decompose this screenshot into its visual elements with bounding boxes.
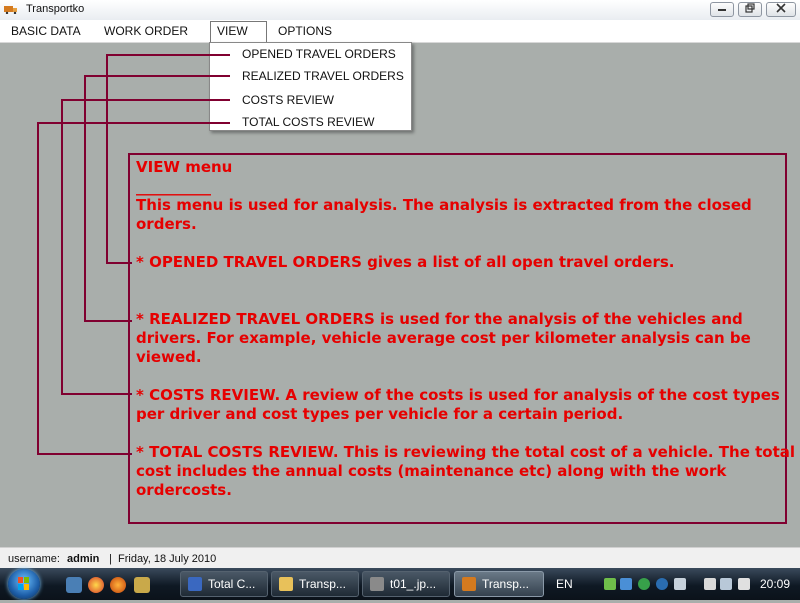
menu-item-total-costs-review[interactable]: TOTAL COSTS REVIEW <box>242 115 374 129</box>
restore-button[interactable] <box>738 2 762 17</box>
save-disk-icon <box>188 577 202 591</box>
menu-bar: BASIC DATA WORK ORDER VIEW OPTIONS <box>0 20 800 43</box>
image-viewer-icon <box>370 577 384 591</box>
network-icon[interactable] <box>720 578 732 590</box>
menu-work-order[interactable]: WORK ORDER <box>98 22 194 40</box>
menu-item-costs-review[interactable]: COSTS REVIEW <box>242 93 334 107</box>
minimize-button[interactable] <box>710 2 734 17</box>
restore-icon <box>745 3 755 13</box>
windows-logo-icon <box>18 577 29 590</box>
help-realized-line-3: viewed. <box>136 348 202 366</box>
help-total-line-1: * TOTAL COSTS REVIEW. This is reviewing … <box>136 443 796 461</box>
help-heading: VIEW menu <box>136 158 233 176</box>
show-desktop-icon[interactable] <box>66 577 82 593</box>
clock[interactable]: 20:09 <box>760 577 790 591</box>
menu-item-opened-travel-orders[interactable]: OPENED TRAVEL ORDERS <box>242 47 396 61</box>
help-costs-line-1: * COSTS REVIEW. A review of the costs is… <box>136 386 780 404</box>
language-indicator[interactable]: EN <box>556 577 573 591</box>
help-opened-line-1: * OPENED TRAVEL ORDERS gives a list of a… <box>136 253 675 271</box>
menu-view[interactable]: VIEW <box>210 21 267 43</box>
chrome-icon[interactable] <box>88 577 104 593</box>
taskbar-label: t01_.jp... <box>390 577 437 591</box>
taskbar: Total C... Transp... t01_.jp... Transp..… <box>0 568 800 600</box>
tray-icon-battery[interactable] <box>704 578 716 590</box>
firefox-icon[interactable] <box>110 577 126 593</box>
help-realized-line-2: drivers. For example, vehicle average co… <box>136 329 751 347</box>
menu-options[interactable]: OPTIONS <box>272 22 338 40</box>
help-total-line-3: ordercosts. <box>136 481 232 499</box>
help-intro-line-1: This menu is used for analysis. The anal… <box>136 196 752 214</box>
view-dropdown-menu: OPENED TRAVEL ORDERS REALIZED TRAVEL ORD… <box>209 42 412 131</box>
tray-icon-update[interactable] <box>656 578 668 590</box>
quick-launch-icon[interactable] <box>134 577 150 593</box>
volume-icon[interactable] <box>738 578 750 590</box>
menu-basic-data[interactable]: BASIC DATA <box>5 22 87 40</box>
taskbar-label: Total C... <box>208 577 256 591</box>
status-date: Friday, 18 July 2010 <box>118 553 217 565</box>
status-bar: username: admin | Friday, 18 July 2010 <box>0 547 800 569</box>
tray-icon-network[interactable] <box>604 578 616 590</box>
help-intro-line-2: orders. <box>136 215 197 233</box>
taskbar-label: Transp... <box>299 577 346 591</box>
menu-item-realized-travel-orders[interactable]: REALIZED TRAVEL ORDERS <box>242 69 404 83</box>
close-button[interactable] <box>766 2 796 17</box>
username-value: admin <box>67 553 100 565</box>
tray-icon-shield[interactable] <box>620 578 632 590</box>
truck-icon <box>4 6 17 14</box>
username-label: username: <box>8 553 60 565</box>
truck-icon <box>462 577 476 591</box>
help-realized-line-1: * REALIZED TRAVEL ORDERS is used for the… <box>136 310 743 328</box>
window-title: Transportko <box>26 3 85 15</box>
help-costs-line-2: per driver and cost types per vehicle fo… <box>136 405 624 423</box>
title-bar: Transportko <box>0 0 800 21</box>
close-icon <box>776 3 786 13</box>
taskbar-button-t01-jpg[interactable]: t01_.jp... <box>362 571 450 597</box>
tray-icon-app[interactable] <box>638 578 650 590</box>
minimize-icon <box>718 9 726 11</box>
folder-icon <box>279 577 293 591</box>
help-heading-underline: __________ <box>136 178 211 196</box>
tray-icon-device[interactable] <box>674 578 686 590</box>
taskbar-label: Transp... <box>482 577 529 591</box>
taskbar-button-total-c[interactable]: Total C... <box>180 571 268 597</box>
start-button[interactable] <box>8 569 40 599</box>
taskbar-button-transp-folder[interactable]: Transp... <box>271 571 359 597</box>
taskbar-button-transp-app[interactable]: Transp... <box>454 571 544 597</box>
status-separator: | <box>109 553 112 565</box>
help-total-line-2: cost includes the annual costs (maintena… <box>136 462 727 480</box>
